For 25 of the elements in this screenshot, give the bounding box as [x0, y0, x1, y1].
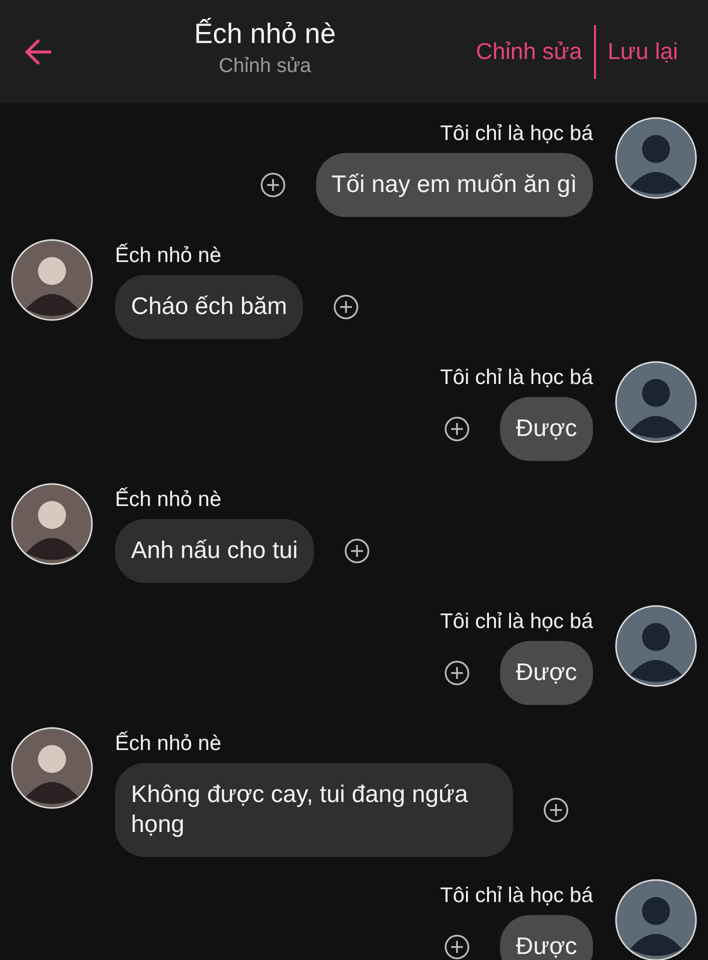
edit-button[interactable]: Chỉnh sửa	[464, 38, 594, 65]
message-bubble: Anh nấu cho tui	[115, 519, 314, 583]
message-bubble: Không được cay, tui đang ngứa họng	[115, 763, 513, 857]
save-button[interactable]: Lưu lại	[596, 38, 690, 65]
message-bubble: Được	[500, 915, 593, 960]
add-reaction-icon[interactable]	[444, 416, 470, 442]
message-bubble: Tối nay em muốn ăn gì	[316, 153, 593, 217]
add-reaction-icon[interactable]	[344, 538, 370, 564]
sender-name: Ếch nhỏ nè	[115, 487, 222, 513]
add-reaction-icon[interactable]	[444, 660, 470, 686]
sender-name: Ếch nhỏ nè	[115, 243, 222, 269]
chat-title: Ếch nhỏ nè	[194, 16, 336, 50]
message-bubble: Được	[500, 397, 593, 461]
sender-name: Tôi chỉ là học bá	[440, 365, 593, 391]
add-reaction-icon[interactable]	[444, 934, 470, 960]
sender-name: Ếch nhỏ nè	[115, 731, 222, 757]
message-bubble: Cháo ếch băm	[115, 275, 304, 339]
sender-name: Tôi chỉ là học bá	[440, 883, 593, 909]
chat-subtitle: Chỉnh sửa	[218, 54, 312, 78]
sender-name: Tôi chỉ là học bá	[440, 121, 593, 147]
add-reaction-icon[interactable]	[543, 797, 569, 823]
add-reaction-icon[interactable]	[333, 294, 360, 320]
sender-name: Tôi chỉ là học bá	[440, 609, 593, 635]
message-bubble: Được	[500, 641, 593, 705]
add-reaction-icon[interactable]	[260, 172, 286, 198]
